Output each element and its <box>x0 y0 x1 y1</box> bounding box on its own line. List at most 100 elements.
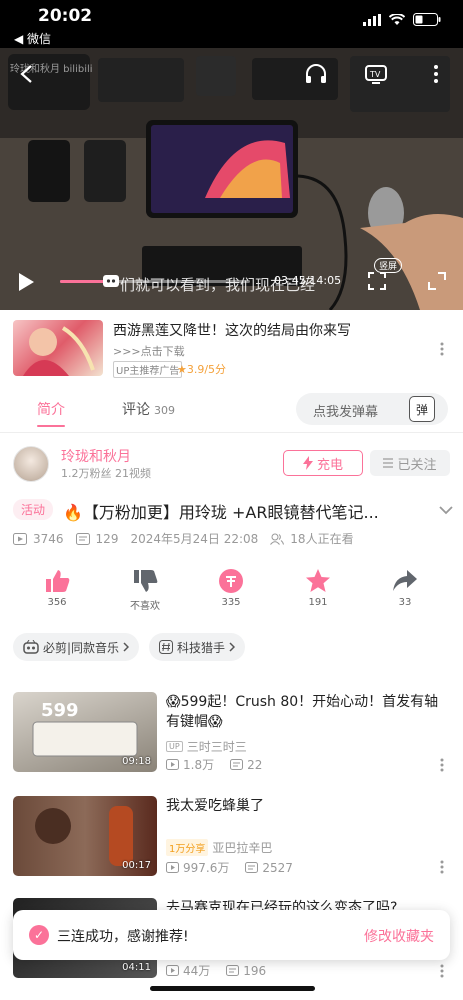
related-stats: 997.6万 2527 <box>166 859 293 876</box>
publish-date: 2024年5月24日 22:08 <box>130 532 259 546</box>
menu-lines-icon <box>383 458 394 468</box>
toast-message: 三连成功，感谢推荐! <box>57 929 189 945</box>
tv-icon: TV <box>365 65 387 84</box>
danmu-input[interactable]: 点我发弹幕 弹 <box>296 393 448 425</box>
related-uploader[interactable]: UP 三时三时三 <box>166 738 247 755</box>
up-badge: UP <box>166 741 183 752</box>
dislike-icon <box>134 570 158 592</box>
vertical-screen-button[interactable] <box>366 270 388 292</box>
related-thumbnail[interactable]: 599 09:18 <box>13 692 157 772</box>
like-icon <box>46 570 70 592</box>
follow-button[interactable]: 已关注 <box>370 450 450 476</box>
related-danmaku: 2527 <box>262 860 293 875</box>
related-uploader-name: 三时三时三 <box>186 740 247 754</box>
share-button[interactable]: 33 <box>375 565 435 608</box>
coin-count: 335 <box>221 597 241 608</box>
video-title: 🔥【万粉加更】用玲珑 +AR眼镜替代笔记... <box>63 503 379 522</box>
related-more-icon[interactable] <box>438 964 446 978</box>
check-icon: ✓ <box>29 925 49 945</box>
related-more-icon[interactable] <box>438 758 446 772</box>
related-stats: 1.8万 22 <box>166 756 262 773</box>
comment-count: 309 <box>154 404 175 417</box>
ad-title[interactable]: 西游黑莲又降世！这次的结局由你来写 <box>113 320 351 340</box>
related-danmaku: 196 <box>243 963 267 978</box>
chevron-left-icon <box>20 65 32 83</box>
tag-chips: 必剪|同款音乐 科技猎手 <box>13 633 246 661</box>
chevron-down-icon[interactable] <box>439 505 453 515</box>
play-count-icon <box>166 862 179 873</box>
more-options-button[interactable] <box>426 60 446 88</box>
related-stats: 44万 196 <box>166 962 266 979</box>
related-uploader[interactable]: 1万分享 亚巴拉辛巴 <box>166 839 272 856</box>
video-meta: 3746 129 2024年5月24日 22:08 18人正在看 <box>13 530 354 547</box>
follow-label: 已关注 <box>397 457 437 473</box>
video-time: 03:45/14:05 <box>274 274 342 287</box>
wifi-icon <box>389 13 405 25</box>
tab-active-indicator <box>37 425 65 427</box>
avatar[interactable] <box>13 446 49 482</box>
ad-thumbnail[interactable] <box>13 320 103 376</box>
favorite-count: 191 <box>308 597 328 608</box>
ad-more-icon[interactable] <box>438 342 446 356</box>
danmu-placeholder: 点我发弹幕 <box>313 405 379 420</box>
related-title: 我太爱吃蜂巢了 <box>166 798 264 814</box>
fullscreen-button[interactable] <box>426 270 448 292</box>
ad-banner[interactable]: 西游黑莲又降世！这次的结局由你来写 >>>点击下载 UP主推荐广告 ★3.9/5… <box>0 310 463 382</box>
share-badge: 1万分享 <box>166 839 209 856</box>
play-icon <box>19 273 34 291</box>
favorite-button[interactable]: 191 <box>288 565 348 608</box>
video-duration: 04:11 <box>122 962 151 973</box>
tab-comments-label: 评论 <box>122 402 150 418</box>
share-count: 33 <box>398 597 412 608</box>
danmu-toggle-button[interactable]: 弹 <box>409 396 435 422</box>
status-bar: 20:02 ◀ 微信 <box>0 0 463 48</box>
ad-rating: ★3.9/5分 <box>177 363 227 376</box>
progress-knob-icon[interactable] <box>102 272 120 290</box>
headphones-icon <box>306 64 326 83</box>
coin-icon <box>219 569 243 593</box>
chip-topic-label: 科技猎手 <box>177 640 226 655</box>
video-title-row[interactable]: 活动 🔥【万粉加更】用玲珑 +AR眼镜替代笔记... <box>13 497 453 525</box>
activity-tag[interactable]: 活动 <box>13 499 54 520</box>
uploader-name[interactable]: 玲珑和秋月 <box>61 446 131 466</box>
lightning-icon <box>302 456 313 470</box>
like-count: 356 <box>47 597 67 608</box>
ad-tag: UP主推荐广告 <box>113 361 183 378</box>
tab-intro[interactable]: 简介 <box>37 399 65 419</box>
related-uploader-name: 亚巴拉辛巴 <box>212 841 273 855</box>
tab-comments[interactable]: 评论 309 <box>122 399 175 419</box>
like-button[interactable]: 356 <box>27 565 87 608</box>
play-count-icon <box>166 759 179 770</box>
back-button[interactable] <box>14 62 38 86</box>
ad-download-link[interactable]: >>>点击下载 <box>113 343 185 359</box>
video-duration: 00:17 <box>122 860 151 871</box>
related-video[interactable]: 00:17 我太爱吃蜂巢了 1万分享 亚巴拉辛巴 997.6万 2527 <box>0 796 463 896</box>
home-indicator[interactable] <box>150 986 315 991</box>
related-more-icon[interactable] <box>438 860 446 874</box>
back-to-app[interactable]: ◀ 微信 <box>14 30 51 47</box>
related-views: 1.8万 <box>183 758 215 772</box>
chip-topic[interactable]: 科技猎手 <box>149 633 246 661</box>
danmaku-count: 129 <box>95 531 119 546</box>
danmaku-count-icon <box>75 532 90 545</box>
cast-tv-button[interactable]: TV <box>362 60 390 88</box>
charge-button[interactable]: 充电 <box>283 450 363 476</box>
progress-bar[interactable] <box>60 280 250 283</box>
status-time: 20:02 <box>38 6 93 26</box>
video-player[interactable]: 玲珑和秋月 bilibili TV 们就可以看到，我们现在已经 03:45/14… <box>0 48 463 310</box>
listen-button[interactable] <box>302 60 330 88</box>
danmaku-count-icon <box>245 862 259 873</box>
chevron-right-icon <box>123 642 130 652</box>
battery-icon <box>413 13 441 26</box>
chip-music[interactable]: 必剪|同款音乐 <box>13 633 140 661</box>
related-views: 44万 <box>183 964 211 978</box>
chip-music-label: 必剪|同款音乐 <box>43 640 120 655</box>
related-thumbnail[interactable]: 00:17 <box>13 796 157 876</box>
edit-favorites-link[interactable]: 修改收藏夹 <box>364 926 434 946</box>
coin-button[interactable]: 335 <box>201 565 261 608</box>
related-video[interactable]: 599 09:18 😱599起！Crush 80！开始心动！首发有轴有键帽😱 U… <box>0 692 463 792</box>
scan-frame-icon <box>368 272 386 290</box>
svg-text:TV: TV <box>369 70 381 79</box>
play-button[interactable] <box>14 270 38 294</box>
dislike-button[interactable]: 不喜欢 <box>115 565 175 612</box>
